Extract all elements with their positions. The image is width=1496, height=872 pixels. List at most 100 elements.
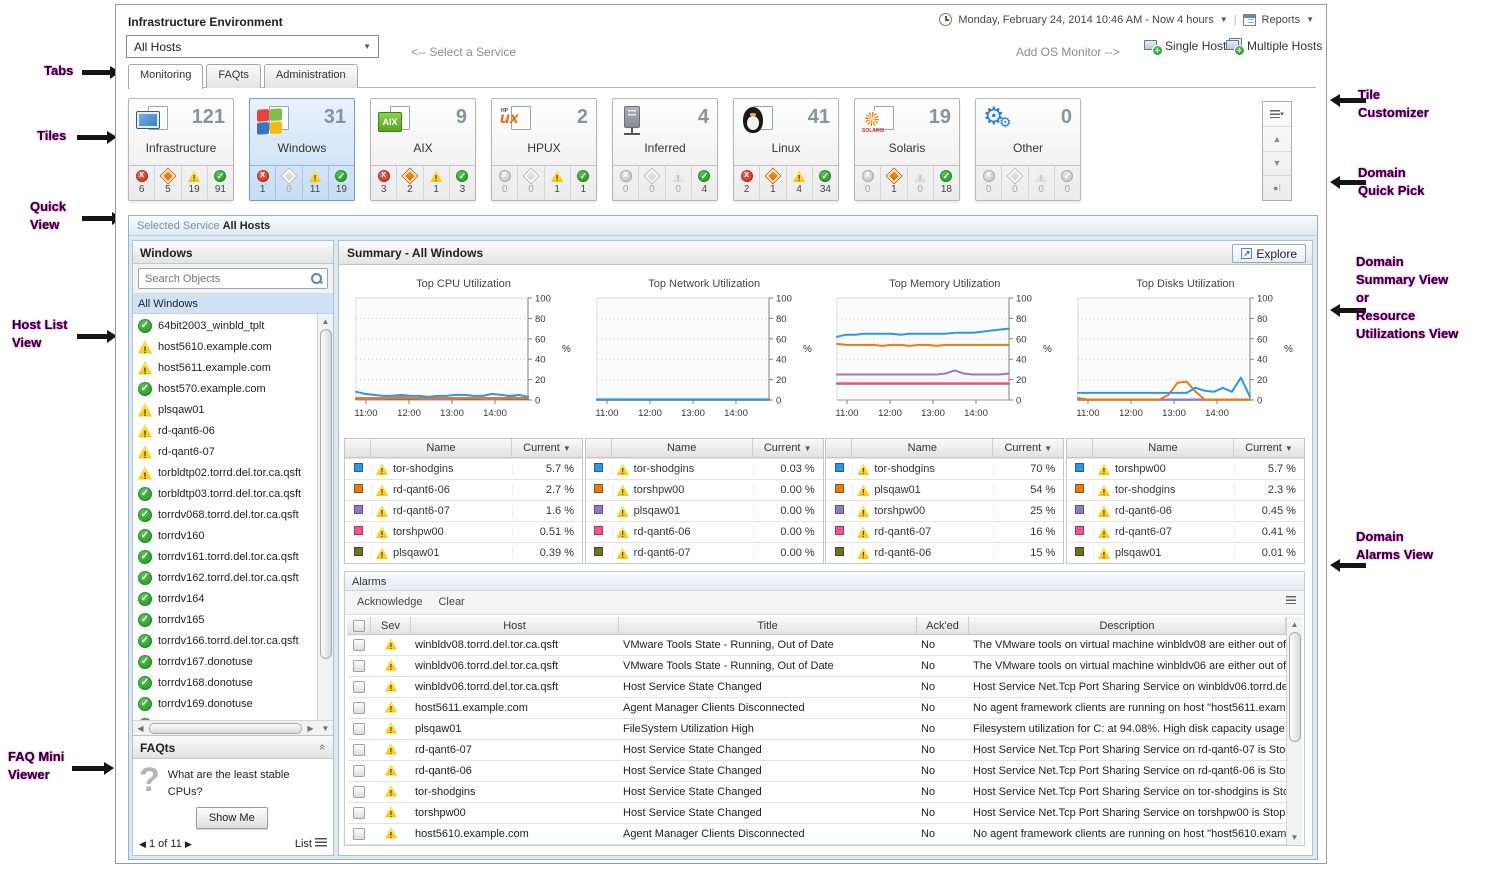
host-list-item[interactable]: torrdv166.torrd.del.tor.ca.qsft — [133, 630, 317, 651]
pager-prev-icon[interactable]: ◀ — [139, 839, 146, 849]
host-list-item[interactable]: rd-qant6-07 — [133, 441, 317, 462]
tile-layout-menu-button[interactable]: ▾ — [1263, 102, 1291, 127]
tile-infrastructure[interactable]: 121Infrastructure651991 — [128, 98, 234, 201]
host-list-vscrollbar[interactable]: ▲ — [317, 314, 333, 720]
show-me-button[interactable]: Show Me — [196, 807, 268, 829]
faq-list-button[interactable]: List — [295, 838, 327, 850]
alarm-row[interactable]: winbldv08.torrd.del.tor.ca.qsftVMware To… — [347, 635, 1286, 656]
table-row[interactable]: torshpw000.00 % — [586, 479, 823, 500]
alarm-row[interactable]: winbldv06.torrd.del.tor.ca.qsftVMware To… — [347, 656, 1286, 677]
current-column-header[interactable]: Current ▼ — [993, 439, 1063, 457]
acknowledge-button[interactable]: Acknowledge — [357, 596, 422, 614]
alarm-row[interactable]: rd-qant6-07Host Service State ChangedNoH… — [347, 740, 1286, 761]
scroll-down-icon[interactable]: ▼ — [318, 724, 333, 733]
tile-hpux[interactable]: HPux2HPUX0011 — [491, 98, 597, 201]
alarm-checkbox[interactable] — [353, 828, 365, 840]
scroll-right-icon[interactable]: ▶ — [303, 724, 318, 733]
tab-faqts[interactable]: FAQts — [206, 64, 261, 88]
table-row[interactable]: rd-qant6-070.41 % — [1067, 521, 1304, 542]
alarm-checkbox[interactable] — [353, 723, 365, 735]
select-all-checkbox[interactable] — [353, 620, 365, 632]
explore-button[interactable]: ↗ Explore — [1232, 244, 1306, 263]
table-row[interactable]: plsqaw010.01 % — [1067, 542, 1304, 563]
host-list-item[interactable]: torrdv168.donotuse — [133, 672, 317, 693]
alarm-row[interactable]: rd-qant6-06Host Service State ChangedNoH… — [347, 761, 1286, 782]
table-row[interactable]: torshpw0025 % — [826, 500, 1063, 521]
table-row[interactable]: plsqaw010.39 % — [345, 542, 582, 563]
tile-options-button[interactable]: ●⁞ — [1263, 176, 1291, 200]
current-column-header[interactable]: Current ▼ — [753, 439, 823, 457]
table-row[interactable]: torshpw005.7 % — [1067, 458, 1304, 479]
scroll-down-icon[interactable]: ▼ — [1291, 830, 1299, 845]
table-row[interactable]: rd-qant6-071.6 % — [345, 500, 582, 521]
table-row[interactable]: tor-shodgins70 % — [826, 458, 1063, 479]
alarm-checkbox[interactable] — [353, 660, 365, 672]
table-row[interactable]: rd-qant6-062.7 % — [345, 479, 582, 500]
chevron-down-icon[interactable]: ▼ — [1306, 15, 1314, 24]
tile-linux[interactable]: 41Linux21434 — [733, 98, 839, 201]
table-row[interactable]: rd-qant6-060.45 % — [1067, 500, 1304, 521]
scroll-up-icon[interactable]: ▲ — [322, 314, 330, 329]
scroll-thumb[interactable] — [149, 723, 302, 734]
table-row[interactable]: plsqaw010.00 % — [586, 500, 823, 521]
tab-administration[interactable]: Administration — [264, 64, 358, 88]
alarm-checkbox[interactable] — [353, 744, 365, 756]
table-row[interactable]: rd-qant6-0716 % — [826, 521, 1063, 542]
pager-next-icon[interactable]: ▶ — [185, 839, 192, 849]
move-up-button[interactable]: ▲ — [1263, 127, 1291, 152]
search-icon[interactable] — [310, 272, 323, 285]
collapse-icon[interactable]: « — [316, 744, 328, 750]
host-list-item[interactable]: host5610.example.com — [133, 336, 317, 357]
host-list-item[interactable]: torrdv165 — [133, 609, 317, 630]
host-list-item[interactable]: torbldtp03.torrd.del.tor.ca.qsft — [133, 483, 317, 504]
scroll-up-icon[interactable]: ▲ — [1291, 617, 1299, 632]
alarm-checkbox[interactable] — [353, 702, 365, 714]
host-list-item[interactable]: plsqaw01 — [133, 399, 317, 420]
alarm-checkbox[interactable] — [353, 765, 365, 777]
chevron-down-icon[interactable]: ▼ — [1220, 15, 1228, 24]
host-list-item[interactable]: torrdv164 — [133, 588, 317, 609]
host-list-item[interactable]: torrdv162.torrd.del.tor.ca.qsft — [133, 567, 317, 588]
single-host-button[interactable]: + Single Host — [1144, 39, 1226, 53]
table-row[interactable]: torshpw000.51 % — [345, 521, 582, 542]
table-row[interactable]: rd-qant6-070.00 % — [586, 542, 823, 563]
tab-monitoring[interactable]: Monitoring — [128, 64, 203, 89]
reports-menu[interactable]: Reports — [1262, 14, 1301, 26]
tile-aix[interactable]: AIX9AIX3213 — [370, 98, 476, 201]
table-row[interactable]: rd-qant6-060.00 % — [586, 521, 823, 542]
tile-windows[interactable]: 31Windows101119 — [249, 98, 355, 201]
table-row[interactable]: rd-qant6-0615 % — [826, 542, 1063, 563]
table-row[interactable]: tor-shodgins2.3 % — [1067, 479, 1304, 500]
host-list-hscrollbar[interactable]: ◀ ▶ ▼ — [133, 720, 333, 735]
host-list-item[interactable]: torrdv167.donotuse — [133, 651, 317, 672]
scroll-thumb[interactable] — [320, 329, 332, 659]
move-down-button[interactable]: ▼ — [1263, 152, 1291, 177]
current-column-header[interactable]: Current ▼ — [512, 439, 582, 457]
alarm-row[interactable]: tor-shodginsHost Service State ChangedNo… — [347, 782, 1286, 803]
host-list-item[interactable]: 64bit2003_winbld_tplt — [133, 315, 317, 336]
scroll-thumb[interactable] — [1289, 632, 1301, 742]
tile-solaris[interactable]: SOLARIS19Solaris01018 — [854, 98, 960, 201]
alarm-checkbox[interactable] — [353, 639, 365, 651]
alarm-row[interactable]: winbldv06.torrd.del.tor.ca.qsftHost Serv… — [347, 677, 1286, 698]
table-row[interactable]: tor-shodgins5.7 % — [345, 458, 582, 479]
multiple-hosts-button[interactable]: + Multiple Hosts — [1226, 39, 1322, 53]
clear-button[interactable]: Clear — [438, 596, 464, 614]
alarm-row[interactable]: torshpw00Host Service State ChangedNoHos… — [347, 803, 1286, 824]
host-list-item[interactable]: torrdv160 — [133, 525, 317, 546]
alarm-checkbox[interactable] — [353, 681, 365, 693]
service-selector[interactable]: All Hosts ▼ — [126, 35, 379, 58]
host-list-item[interactable]: torbldtp02.torrd.del.tor.ca.qsft — [133, 462, 317, 483]
search-input[interactable] — [143, 272, 310, 286]
alarm-checkbox[interactable] — [353, 807, 365, 819]
alarms-customizer-button[interactable] — [1286, 595, 1296, 607]
tile-other[interactable]: ⚙⚙0Other0000 — [975, 98, 1081, 201]
alarm-row[interactable]: host5611.example.comAgent Manager Client… — [347, 698, 1286, 719]
alarms-vscrollbar[interactable]: ▲ ▼ — [1286, 617, 1302, 845]
host-list-item[interactable]: torrdv068.torrd.del.tor.ca.qsft — [133, 504, 317, 525]
host-list-item[interactable]: rd-qant6-06 — [133, 420, 317, 441]
host-list-item[interactable]: torrdv161.torrd.del.tor.ca.qsft — [133, 546, 317, 567]
host-group-item[interactable]: All Windows — [133, 294, 333, 314]
current-column-header[interactable]: Current ▼ — [1234, 439, 1304, 457]
host-list-item[interactable]: host570.example.com — [133, 378, 317, 399]
